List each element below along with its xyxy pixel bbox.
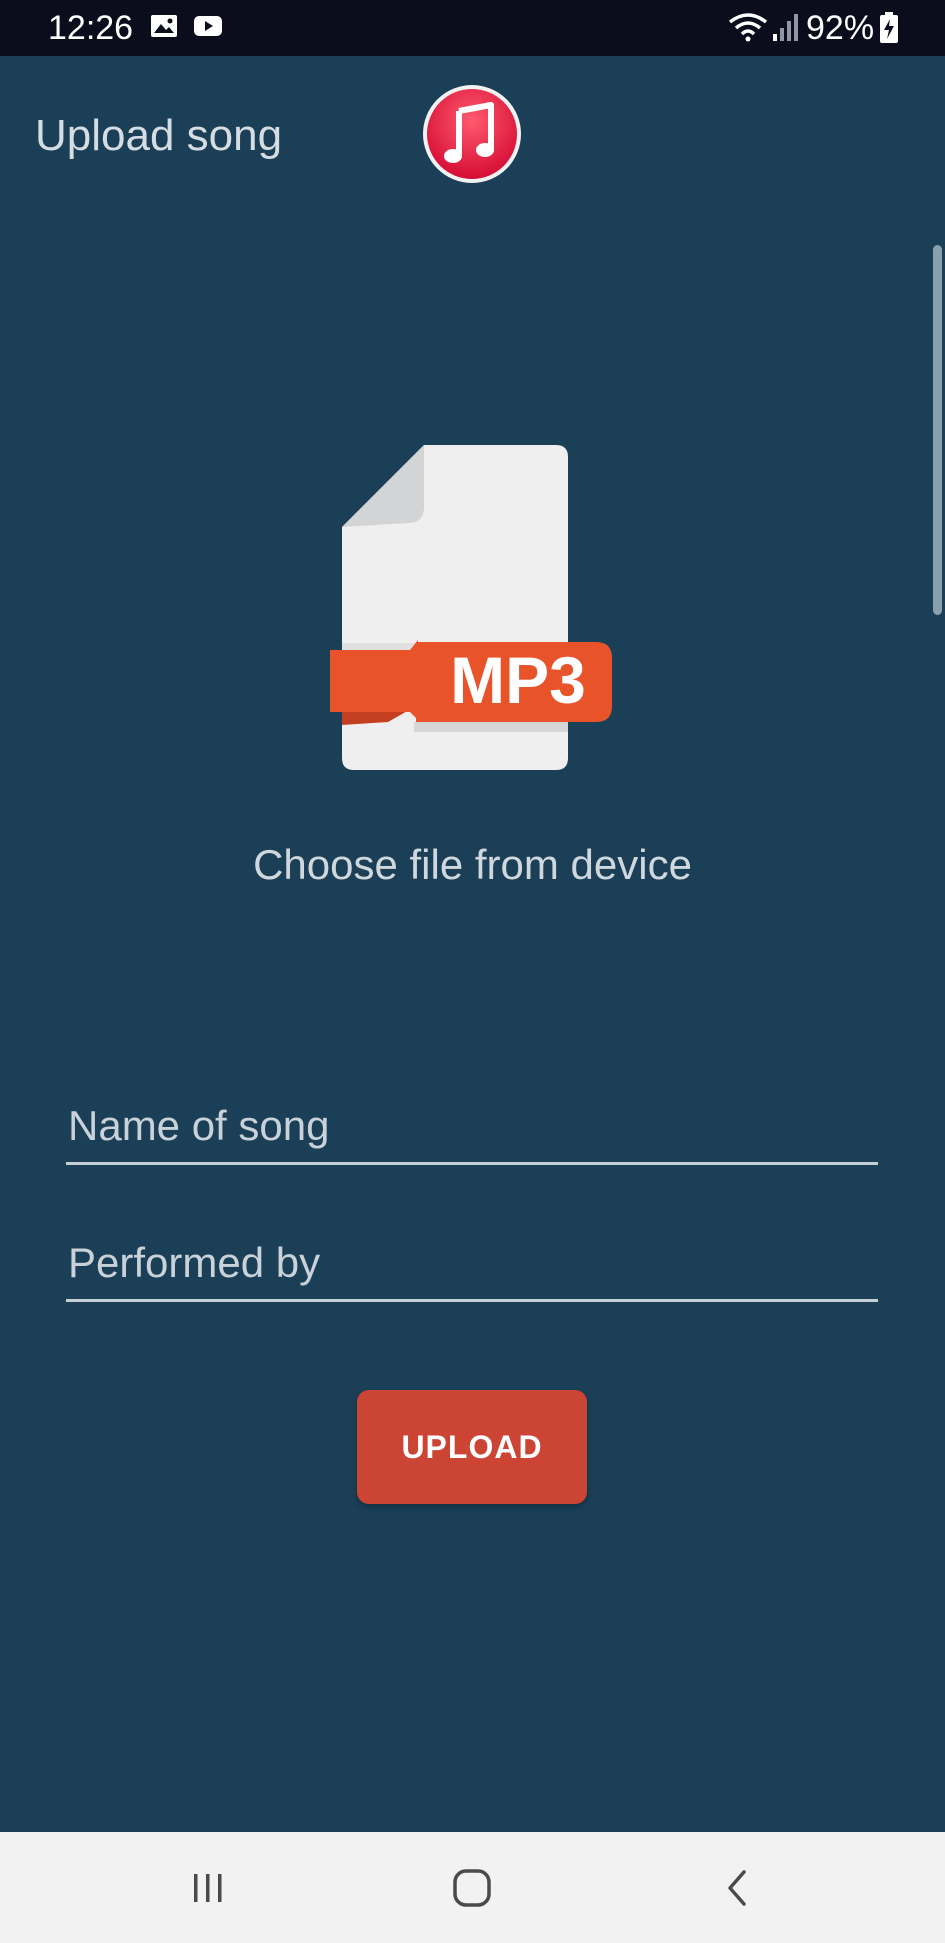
mp3-badge-text: MP3 [450,643,586,717]
performer-input[interactable] [66,1227,882,1299]
image-icon [151,15,177,37]
scrollbar[interactable] [933,245,942,615]
battery-percent: 92% [806,9,875,47]
upload-button[interactable]: UPLOAD [357,1390,587,1504]
mp3-file-icon[interactable]: MP3 [328,440,614,770]
back-button[interactable] [697,1852,777,1924]
status-time: 12:26 [48,9,134,47]
signal-icon [773,14,798,41]
song-name-field [66,1090,882,1165]
youtube-icon [194,16,222,36]
recent-apps-button[interactable] [168,1852,248,1924]
home-icon [453,1869,491,1907]
music-note-icon [423,85,521,183]
back-icon [728,1870,746,1906]
home-button[interactable] [432,1852,512,1924]
wifi-icon [728,13,768,42]
choose-file-link[interactable]: Choose file from device [0,840,945,890]
performer-field [66,1227,882,1302]
navigation-bar [0,1832,945,1943]
battery-charging-icon [880,12,898,43]
recent-apps-icon [194,1874,222,1902]
song-name-input[interactable] [66,1090,882,1162]
page-title: Upload song [35,111,283,160]
status-bar: 12:26 92% [0,0,945,56]
